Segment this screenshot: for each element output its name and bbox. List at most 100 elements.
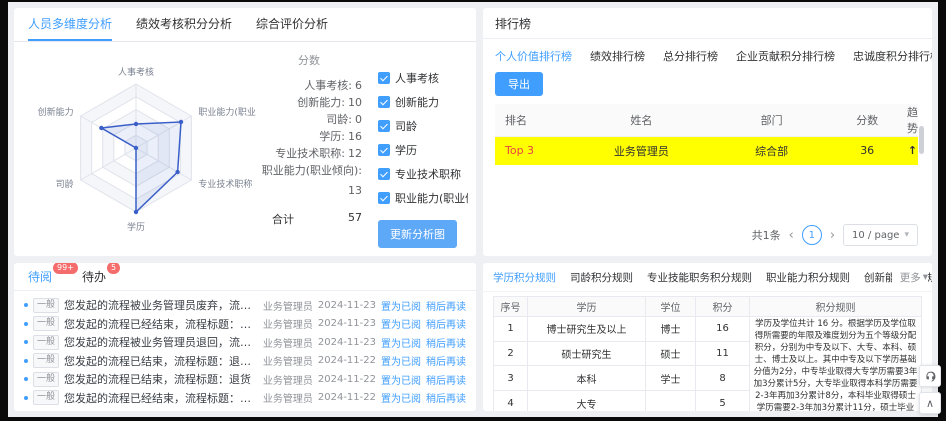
mark-read-link[interactable]: 置为已阅	[381, 298, 421, 313]
score-row: 学历: 16	[256, 128, 362, 145]
pagination-total: 共1条	[752, 227, 781, 243]
mark-read-link[interactable]: 置为已阅	[381, 353, 421, 368]
page-size-select[interactable]: 10 / page ▾	[843, 224, 918, 246]
analysis-panel: 人员多维度分析 绩效考核积分分析 综合评价分析 人事考核职业能力(职业倾向) 专业…	[14, 8, 476, 256]
tab-loyalty-ranking[interactable]: 忠诚度积分排行榜	[853, 48, 932, 64]
trend-up-icon: ↑	[907, 137, 918, 165]
bullet-icon	[24, 303, 28, 307]
list-item: 一般 您发起的流程已经结束，流程标题：退货单 业务管理员 2024-11-23 …	[24, 315, 466, 333]
degree-cell	[646, 391, 696, 411]
mark-read-link[interactable]: 置为已阅	[381, 390, 421, 405]
read-later-link[interactable]: 稍后再读	[426, 316, 466, 331]
mark-read-link[interactable]: 置为已阅	[381, 316, 421, 331]
tab-education-rule[interactable]: 学历积分规则	[493, 270, 556, 285]
message-date: 2024-11-22	[318, 392, 376, 403]
tab-comprehensive-evaluation[interactable]: 综合评价分析	[256, 8, 328, 41]
bullet-icon	[24, 322, 28, 326]
next-page-icon[interactable]: ›	[830, 229, 835, 242]
todo-count-badge: 5	[107, 263, 120, 274]
score-total-row: 合计 57	[256, 211, 362, 227]
scrollbar-thumb[interactable]	[919, 126, 924, 154]
score-value: 10	[348, 94, 362, 111]
score-header: 分数	[256, 52, 362, 68]
tab-label: 待阅	[28, 270, 52, 284]
ranking-panel-title: 排行榜	[483, 8, 932, 39]
tab-performance-ranking[interactable]: 绩效排行榜	[590, 48, 645, 64]
mark-read-link[interactable]: 置为已阅	[381, 372, 421, 387]
rules-table-wrap: 序号 学历 学位 积分 积分规则 1 博士研究生及以上 博士 16	[483, 292, 932, 411]
checkbox-professional-title[interactable]: 专业技术职称	[378, 166, 468, 182]
points-cell: 5	[696, 391, 750, 411]
degree-cell: 学士	[646, 366, 696, 391]
priority-tag: 一般	[33, 390, 59, 405]
tab-professional-skill-rule[interactable]: 专业技能职务积分规则	[647, 270, 752, 285]
message-text[interactable]: 您发起的流程已经结束，流程标题：退货单	[64, 316, 258, 332]
checkbox-label: 司龄	[395, 118, 417, 134]
checkbox-vocational-ability[interactable]: 职业能力(职业倾向)	[378, 190, 468, 206]
svg-text:学历: 学历	[127, 221, 145, 233]
checkbox-education[interactable]: 学历	[378, 142, 468, 158]
checkbox-tenure[interactable]: 司龄	[378, 118, 468, 134]
checkbox-personnel-assessment[interactable]: 人事考核	[378, 70, 468, 86]
tab-tenure-rule[interactable]: 司龄积分规则	[570, 270, 633, 285]
message-date: 2024-11-23	[318, 300, 376, 311]
chevron-down-icon: ▾	[904, 230, 909, 240]
index-cell: 1	[494, 317, 528, 342]
priority-tag: 一般	[33, 372, 59, 387]
ranking-table-wrap: 排名 姓名 部门 分数 趋势 Top 3 业务管理员 综合部 36	[495, 104, 924, 165]
message-text[interactable]: 您发起的流程已结束，流程标题：退货单	[64, 353, 258, 369]
read-later-link[interactable]: 稍后再读	[426, 353, 466, 368]
arrow-up-icon: ∧	[926, 397, 934, 410]
checkbox-checked-icon	[378, 72, 390, 84]
tab-performance-score-analysis[interactable]: 绩效考核积分分析	[136, 8, 232, 41]
message-text[interactable]: 您发起的流程被业务管理员废弃，流程标题：退货单，废弃说明	[64, 297, 258, 313]
read-later-link[interactable]: 稍后再读	[426, 298, 466, 313]
message-date: 2024-11-22	[318, 374, 376, 385]
tab-todo[interactable]: 待办 5	[82, 268, 106, 285]
rules-header-row: 序号 学历 学位 积分 积分规则	[494, 297, 922, 317]
back-to-top-button[interactable]: ∧	[919, 392, 941, 414]
message-text[interactable]: 您发起的流程已结束，流程标题：退货	[64, 371, 258, 387]
tab-vocational-ability-rule[interactable]: 职业能力积分规则	[766, 270, 850, 285]
mark-read-link[interactable]: 置为已阅	[381, 335, 421, 350]
update-chart-button[interactable]: 更新分析图	[378, 220, 457, 248]
analysis-tabbar: 人员多维度分析 绩效考核积分分析 综合评价分析	[14, 8, 476, 42]
tab-total-score-ranking[interactable]: 总分排行榜	[663, 48, 718, 64]
degree-cell: 硕士	[646, 341, 696, 366]
message-text[interactable]: 您发起的流程已经结束，流程标题：新品发放	[64, 390, 258, 406]
col-dept: 部门	[716, 104, 827, 137]
message-text[interactable]: 您发起的流程被业务管理员退回，流程标题：退货单，退回说明	[64, 334, 258, 350]
tab-personnel-multidim-analysis[interactable]: 人员多维度分析	[28, 8, 112, 41]
checkbox-checked-icon	[378, 168, 390, 180]
current-page-button[interactable]: 1	[802, 225, 822, 245]
col-rank: 排名	[495, 104, 567, 137]
edu-cell: 硕士研究生	[528, 341, 646, 366]
svg-text:司龄: 司龄	[56, 178, 74, 190]
checkbox-checked-icon	[378, 96, 390, 108]
read-later-link[interactable]: 稍后再读	[426, 390, 466, 405]
prev-page-icon[interactable]: ‹	[789, 229, 794, 242]
col-name: 姓名	[567, 104, 716, 137]
floating-toolbar: ∧	[919, 365, 941, 414]
messages-tabbar: 待阅 99+ 待办 5	[14, 263, 476, 291]
score-value: 12	[348, 145, 362, 162]
checkbox-checked-icon	[378, 192, 390, 204]
ranking-table: 排名 姓名 部门 分数 趋势 Top 3 业务管理员 综合部 36	[495, 104, 918, 165]
bullet-icon	[24, 377, 28, 381]
tab-personal-value-ranking[interactable]: 个人价值排行榜	[495, 48, 572, 64]
checkbox-checked-icon	[378, 144, 390, 156]
tab-enterprise-contribution-ranking[interactable]: 企业贡献积分排行榜	[736, 48, 835, 64]
score-value: 13	[348, 182, 362, 199]
rules-table: 序号 学历 学位 积分 积分规则 1 博士研究生及以上 博士 16	[493, 296, 922, 411]
customer-service-button[interactable]	[919, 365, 941, 387]
more-tabs-button[interactable]: 更多 ▾	[892, 263, 928, 291]
tab-to-read[interactable]: 待阅 99+	[28, 268, 52, 285]
export-button[interactable]: 导出	[495, 72, 543, 96]
chevron-down-icon: ▾	[923, 271, 928, 283]
score-row: 专业技术职称: 12	[256, 145, 362, 162]
checkbox-innovation[interactable]: 创新能力	[378, 94, 468, 110]
read-later-link[interactable]: 稍后再读	[426, 372, 466, 387]
unread-count-badge: 99+	[53, 263, 78, 274]
read-later-link[interactable]: 稍后再读	[426, 335, 466, 350]
messages-panel: 待阅 99+ 待办 5 一般 您发起的流程被业务管理员废弃，流程标题：退货单，废…	[14, 263, 476, 411]
